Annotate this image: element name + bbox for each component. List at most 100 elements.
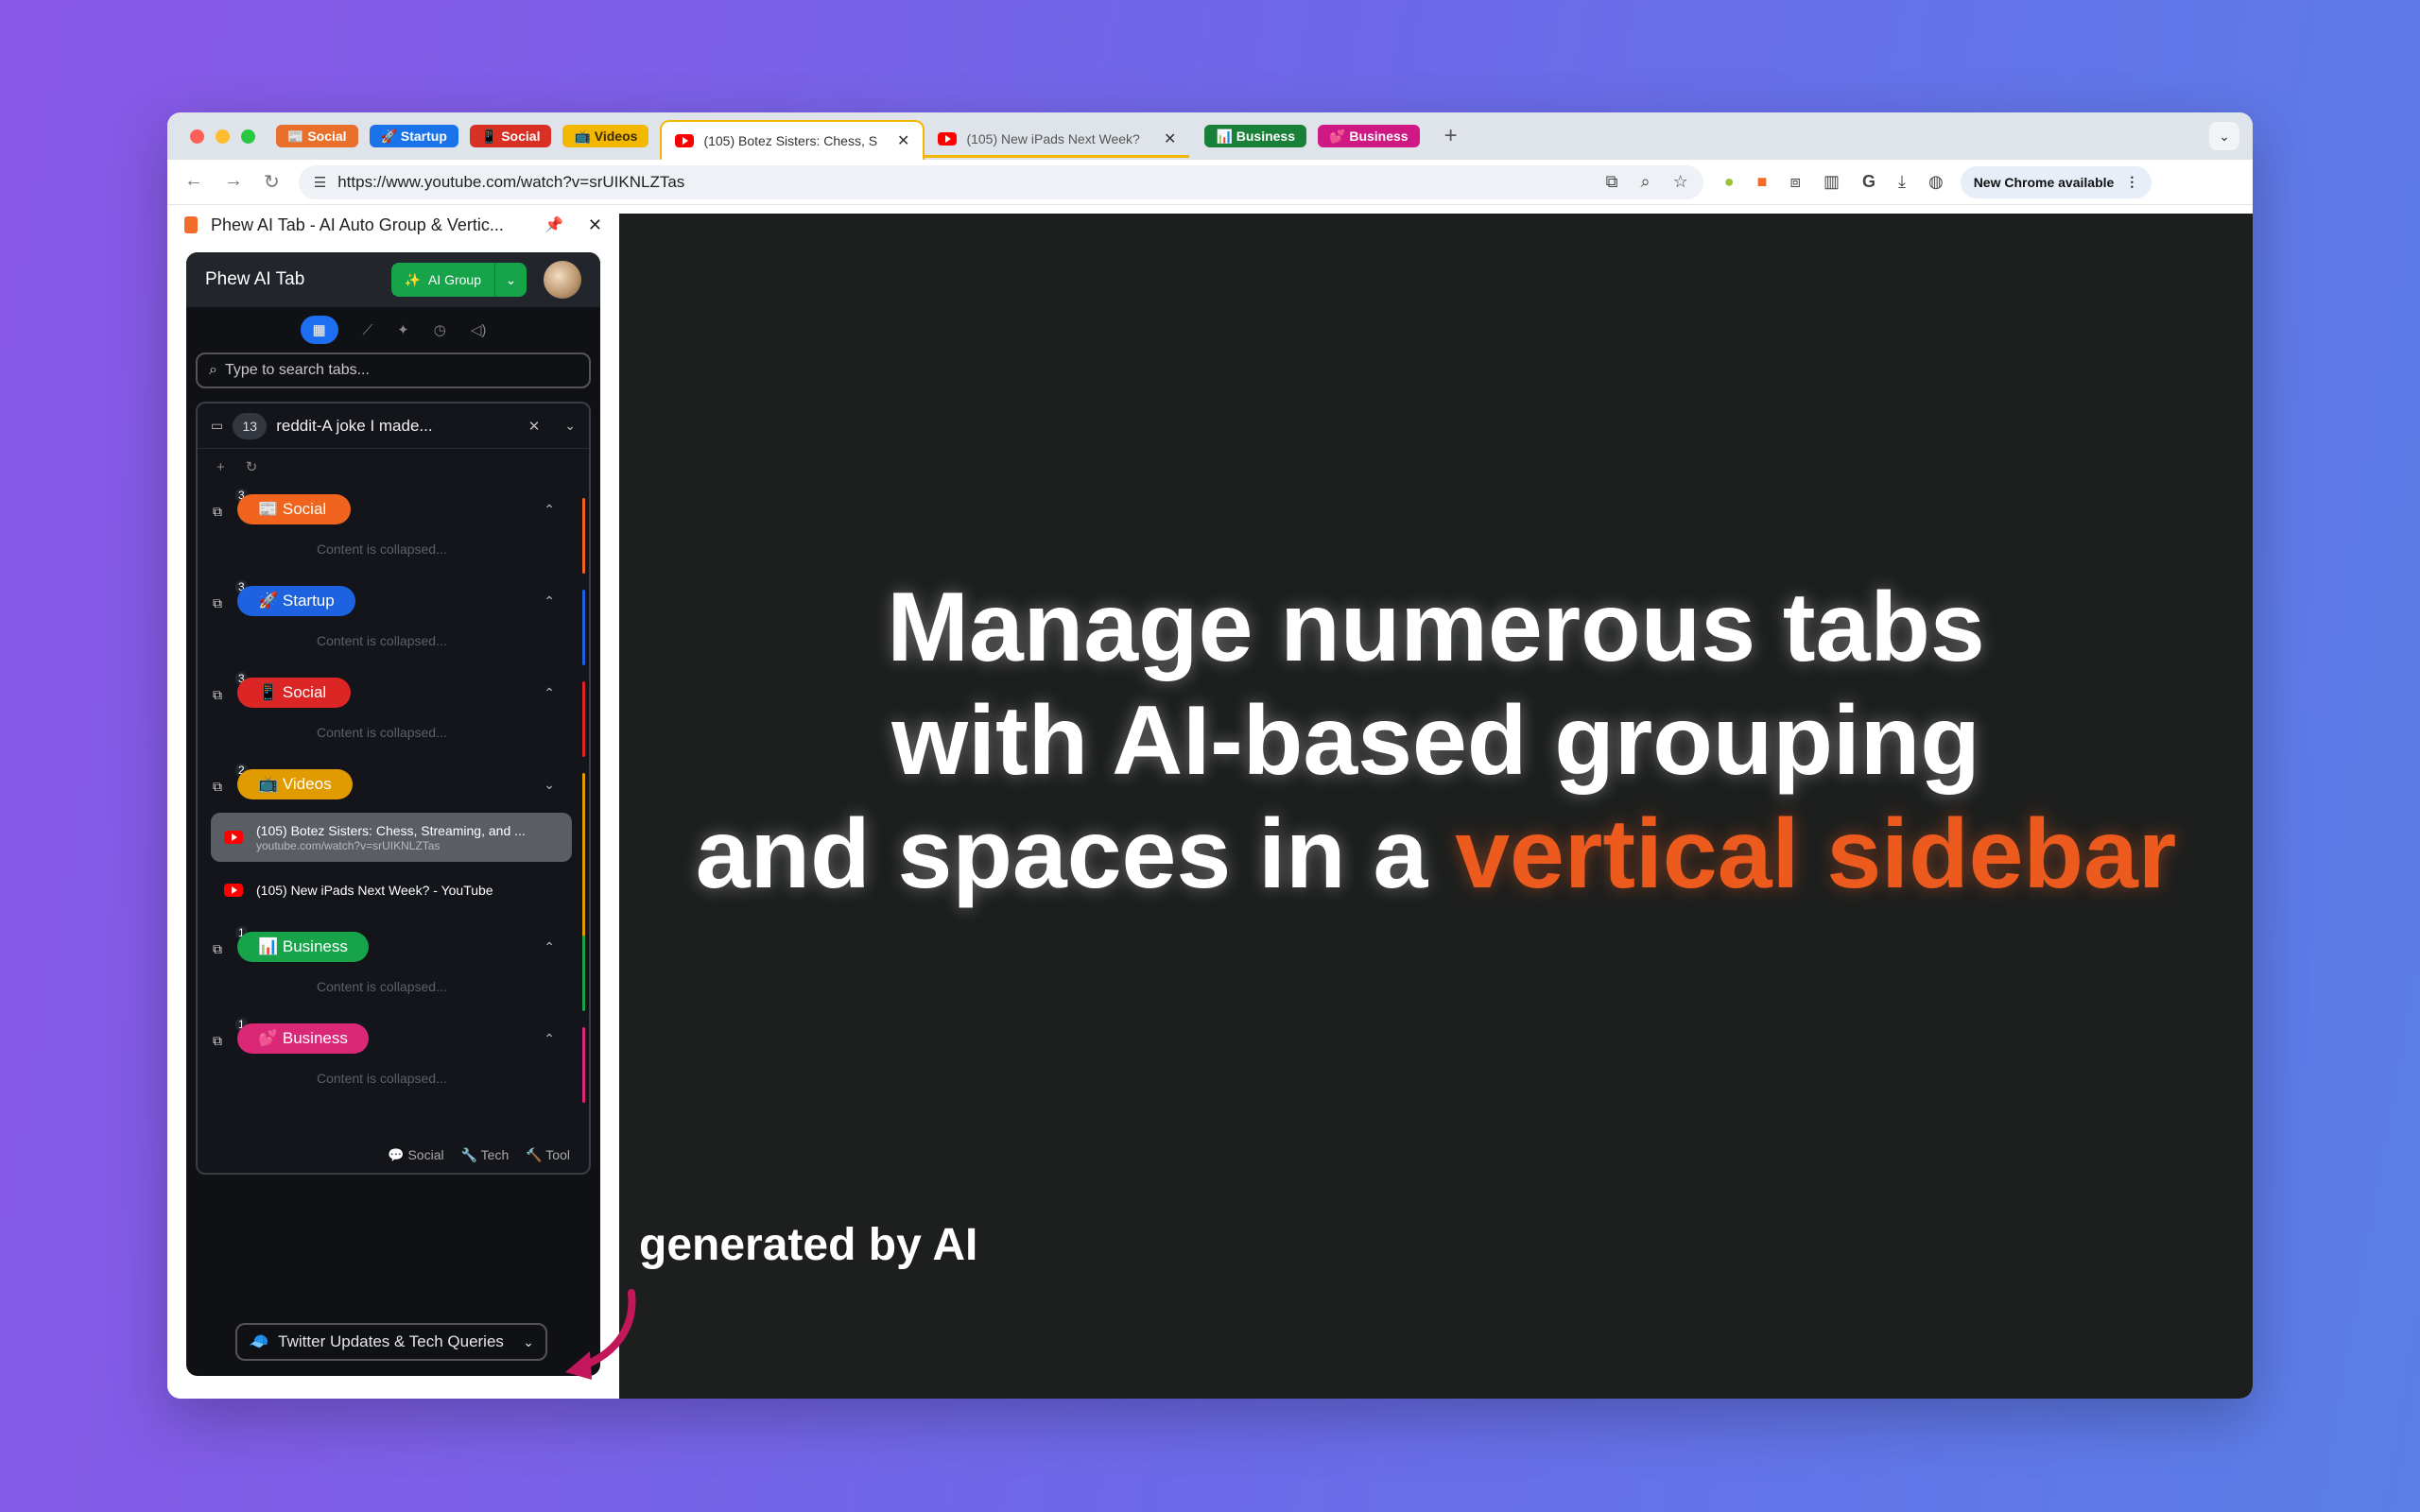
tab-item-url: youtube.com/watch?v=srUIKNLZTas — [256, 838, 441, 852]
search-input[interactable]: ⌕ Type to search tabs... — [196, 352, 591, 388]
browser-tab-active[interactable]: (105) Botez Sisters: Chess, S ✕ — [660, 120, 925, 160]
extensions-puzzle-icon[interactable]: ⧈ — [1790, 172, 1801, 192]
group-pill[interactable]: 🚀 Startup — [237, 586, 355, 616]
tab-group-chip[interactable]: 📱 Social — [469, 125, 552, 147]
chevron-up-icon[interactable]: ⌃ — [544, 1031, 555, 1047]
window-controls — [190, 129, 255, 144]
avatar[interactable] — [544, 261, 581, 299]
phew-extension-icon[interactable]: ■ — [1757, 172, 1768, 192]
forward-arrow-icon[interactable]: → — [224, 170, 243, 194]
history-icon[interactable]: ◷ — [434, 321, 446, 338]
group-color-bar — [582, 498, 585, 574]
bookmark-star-icon[interactable]: ☆ — [1673, 172, 1688, 192]
zoom-icon[interactable]: ⌕ — [1641, 172, 1651, 192]
chevron-up-icon[interactable]: ⌃ — [544, 939, 555, 955]
side-panel: Phew AI Tab - AI Auto Group & Vertic... … — [167, 205, 619, 1399]
toolbar: ← → ↻ ☰ https://www.youtube.com/watch?v=… — [167, 160, 2253, 205]
group-select-icon[interactable]: ⧉ — [213, 504, 222, 520]
refresh-icon[interactable]: ↻ — [246, 458, 258, 475]
footer-space-social[interactable]: 💬 Social — [388, 1147, 443, 1163]
close-window-button[interactable] — [190, 129, 204, 144]
tab-count-badge: 13 — [233, 412, 268, 439]
browser-tab[interactable]: (105) New iPads Next Week? ✕ — [925, 122, 1190, 158]
caption-text: generated by AI — [639, 1220, 978, 1270]
group-select-icon[interactable]: ⧉ — [213, 941, 222, 957]
headline-highlight: vertical sidebar — [1455, 799, 2177, 909]
tab-group-social: ⧉ 3 📰 Social ⌃ Content is collapsed... — [198, 485, 589, 576]
tab-group-chip[interactable]: 💕 Business — [1318, 125, 1420, 147]
group-select-icon[interactable]: ⧉ — [213, 779, 222, 795]
audio-icon[interactable]: ◁) — [471, 321, 487, 338]
phew-logo-icon — [184, 216, 198, 233]
back-arrow-icon[interactable]: ← — [184, 170, 203, 194]
headline-line-2: with AI-based grouping — [891, 686, 1980, 796]
reload-icon[interactable]: ↻ — [264, 170, 280, 194]
tab-search-chevron-down-icon[interactable]: ⌄ — [2209, 122, 2239, 150]
close-icon[interactable]: ✕ — [588, 215, 602, 235]
site-info-icon[interactable]: ☰ — [314, 174, 326, 191]
tab-group-chip[interactable]: 📊 Business — [1204, 125, 1307, 147]
group-color-bar — [582, 936, 585, 1011]
tab-group-chip[interactable]: 📺 Videos — [562, 125, 649, 147]
close-tab-icon[interactable]: ✕ — [897, 131, 909, 150]
tab-group-chip[interactable]: 🚀 Startup — [369, 125, 458, 147]
tab-item-active[interactable]: (105) Botez Sisters: Chess, Streaming, a… — [211, 813, 572, 862]
space-selector-dropdown[interactable]: 🧢 Twitter Updates & Tech Queries ⌄ — [235, 1323, 547, 1361]
group-pill[interactable]: 📰 Social — [237, 494, 351, 524]
google-icon[interactable]: G — [1862, 172, 1876, 192]
side-panel-icon[interactable]: ▥ — [1824, 172, 1840, 192]
collapsed-text: Content is collapsed... — [317, 979, 447, 994]
search-placeholder: Type to search tabs... — [224, 362, 370, 378]
close-tab-icon[interactable]: ✕ — [1164, 129, 1176, 148]
headline-line-1: Manage numerous tabs — [887, 573, 1985, 682]
group-select-icon[interactable]: ⧉ — [213, 1033, 222, 1049]
new-chrome-available-button[interactable]: New Chrome available ⋮ — [1960, 165, 2152, 198]
group-pill[interactable]: 📊 Business — [237, 932, 369, 962]
download-icon[interactable]: ⤓ — [1898, 172, 1906, 192]
chevron-down-icon[interactable]: ⌄ — [544, 777, 555, 793]
side-panel-title: Phew AI Tab - AI Auto Group & Vertic... — [211, 215, 504, 234]
group-pill[interactable]: 📺 Videos — [237, 769, 353, 799]
chevron-up-icon[interactable]: ⌃ — [544, 593, 555, 610]
open-in-window-icon[interactable]: ⧉ — [1606, 172, 1618, 192]
footer-space-tech[interactable]: 🔧 Tech — [461, 1147, 510, 1163]
new-tab-icon[interactable]: + — [1444, 123, 1458, 149]
space-selector-label: Twitter Updates & Tech Queries — [278, 1332, 504, 1350]
ai-group-chevron-down-icon[interactable]: ⌄ — [494, 263, 527, 297]
kebab-menu-icon[interactable]: ⋮ — [2125, 174, 2138, 190]
minimize-window-button[interactable] — [216, 129, 230, 144]
pin-view-icon[interactable]: ✦ — [397, 321, 409, 338]
space-title: reddit-A joke I made... — [276, 416, 433, 435]
space-header[interactable]: ▭ 13 reddit-A joke I made... ✕ ⌄ — [198, 404, 589, 449]
space-actions: + ↻ — [198, 449, 589, 485]
app-title: Phew AI Tab — [205, 269, 305, 289]
tab-group-business: ⧉ 1 📊 Business ⌃ Content is collapsed... — [198, 922, 589, 1014]
browser-window: 📰 Social 🚀 Startup 📱 Social 📺 Videos (10… — [167, 112, 2253, 1399]
close-space-icon[interactable]: ✕ — [528, 418, 541, 435]
extension-bulb-icon[interactable]: ● — [1724, 172, 1735, 192]
group-color-bar — [582, 681, 585, 757]
url-text[interactable]: https://www.youtube.com/watch?v=srUIKNLZ… — [337, 173, 1605, 192]
group-pill[interactable]: 📱 Social — [237, 678, 351, 708]
broom-icon[interactable]: ⟋ — [363, 322, 373, 338]
group-pill[interactable]: 💕 Business — [237, 1023, 369, 1054]
add-icon[interactable]: + — [216, 459, 225, 475]
profile-avatar[interactable]: ◍ — [1928, 172, 1944, 192]
youtube-icon — [675, 134, 695, 147]
address-bar[interactable]: ☰ https://www.youtube.com/watch?v=srUIKN… — [298, 164, 1703, 199]
ai-group-button[interactable]: ✨ AI Group ⌄ — [390, 263, 527, 297]
grid-view-icon[interactable]: ▦ — [300, 316, 338, 344]
collapsed-text: Content is collapsed... — [317, 1071, 447, 1086]
pin-icon[interactable]: 📌 — [544, 215, 563, 234]
footer-space-tool[interactable]: 🔨 Tool — [526, 1147, 570, 1163]
group-select-icon[interactable]: ⧉ — [213, 687, 222, 703]
curved-arrow-icon — [565, 1289, 636, 1380]
headline: Manage numerous tabs with AI-based group… — [619, 571, 2253, 911]
chevron-down-icon[interactable]: ⌄ — [564, 418, 576, 434]
maximize-window-button[interactable] — [241, 129, 255, 144]
chevron-up-icon[interactable]: ⌃ — [544, 502, 555, 518]
tab-group-chip[interactable]: 📰 Social — [276, 125, 358, 147]
chevron-up-icon[interactable]: ⌃ — [544, 685, 555, 701]
group-select-icon[interactable]: ⧉ — [213, 595, 222, 611]
tab-item[interactable]: (105) New iPads Next Week? - YouTube — [211, 866, 572, 915]
